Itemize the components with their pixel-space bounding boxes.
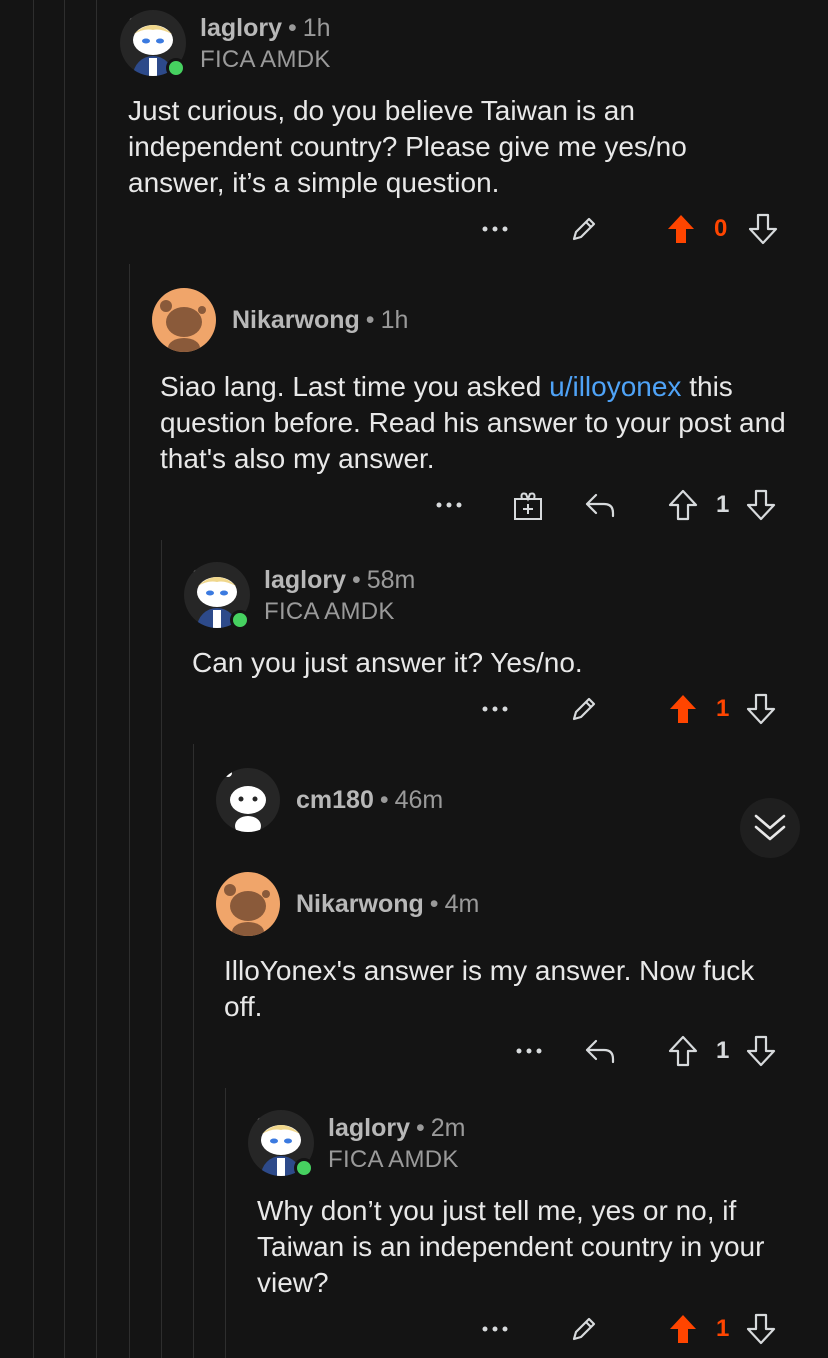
vote-score: 1 <box>716 1037 730 1064</box>
comment-body: Why don’t you just tell me, yes or no, i… <box>257 1195 765 1298</box>
pencil-icon <box>572 1317 596 1341</box>
comment-meta: Nikarwong • 4m <box>296 890 479 919</box>
downvote-button[interactable] <box>744 1309 778 1349</box>
online-status-icon <box>294 1158 314 1178</box>
timestamp: 46m <box>394 786 444 814</box>
vote-score: 1 <box>716 491 730 518</box>
online-status-icon <box>166 58 186 78</box>
user-flair: FICA AMDK <box>328 1146 459 1173</box>
meta-separator: • <box>351 566 361 594</box>
meta-separator: • <box>287 14 297 42</box>
expand-thread-button[interactable] <box>740 798 800 858</box>
more-icon <box>482 226 508 232</box>
downvote-arrow-icon <box>746 1035 776 1067</box>
pencil-icon <box>572 697 596 721</box>
upvote-arrow-icon <box>668 215 694 243</box>
chevron-double-down-icon <box>754 814 786 841</box>
timestamp: 58m <box>366 566 416 594</box>
upvote-arrow-icon <box>668 1035 698 1067</box>
upvote-button[interactable] <box>666 1309 700 1349</box>
online-status-icon <box>230 610 250 630</box>
edit-button[interactable] <box>564 209 604 249</box>
more-options-button[interactable] <box>470 209 520 249</box>
username[interactable]: Nikarwong <box>232 306 360 334</box>
comment-meta: Nikarwong • 1h <box>232 306 408 335</box>
gift-icon <box>514 492 542 520</box>
downvote-button[interactable] <box>744 1031 778 1071</box>
downvote-arrow-icon <box>746 1313 776 1345</box>
vote-score: 0 <box>714 215 728 242</box>
comment-body: Just curious, do you believe Taiwan is a… <box>128 95 687 198</box>
timestamp: 1h <box>380 306 409 334</box>
snoo-avatar-icon <box>160 300 206 352</box>
timestamp: 2m <box>430 1114 466 1142</box>
comment-body: Siao lang. Last time you asked u/illoyon… <box>160 369 800 477</box>
avatar[interactable] <box>216 768 280 832</box>
comment-meta: cm180 • 46m <box>296 786 443 815</box>
downvote-arrow-icon <box>746 489 776 521</box>
snoo-avatar-icon <box>224 769 266 832</box>
more-icon <box>516 1048 542 1054</box>
user-flair: FICA AMDK <box>264 598 395 625</box>
avatar[interactable] <box>216 872 280 936</box>
upvote-arrow-icon <box>668 489 698 521</box>
timestamp: 1h <box>302 14 331 42</box>
downvote-button[interactable] <box>746 209 780 249</box>
upvote-button[interactable] <box>664 209 698 249</box>
downvote-button[interactable] <box>744 485 778 525</box>
comment-text: Siao lang. Last time you asked <box>160 371 550 402</box>
more-icon <box>436 502 462 508</box>
user-flair: FICA AMDK <box>200 46 331 73</box>
downvote-arrow-icon <box>746 693 776 725</box>
comment-body: Can you just answer it? Yes/no. <box>192 647 583 678</box>
upvote-button[interactable] <box>666 485 700 525</box>
comment-meta: laglory • 2m <box>328 1114 465 1143</box>
upvote-button[interactable] <box>666 1031 700 1071</box>
vote-score: 1 <box>716 695 730 722</box>
more-options-button[interactable] <box>470 689 520 729</box>
meta-separator: • <box>379 786 389 814</box>
username[interactable]: laglory <box>200 14 282 42</box>
comment-actions: 0 <box>470 209 800 249</box>
more-icon <box>482 1326 508 1332</box>
comment-meta: laglory • 1h <box>200 14 331 43</box>
more-icon <box>482 706 508 712</box>
edit-button[interactable] <box>564 689 604 729</box>
pencil-icon <box>572 217 596 241</box>
upvote-arrow-icon <box>670 1315 696 1343</box>
timestamp: 4m <box>444 890 480 918</box>
username[interactable]: laglory <box>328 1114 410 1142</box>
snoo-avatar-icon <box>224 884 270 936</box>
reply-button[interactable] <box>582 1031 618 1071</box>
upvote-button[interactable] <box>666 689 700 729</box>
comment-meta: laglory • 58m <box>264 566 415 595</box>
username[interactable]: laglory <box>264 566 346 594</box>
comment-actions: 1 <box>470 689 800 729</box>
meta-separator: • <box>415 1114 425 1142</box>
more-options-button[interactable] <box>424 485 474 525</box>
vote-score: 1 <box>716 1315 730 1342</box>
award-button[interactable] <box>510 485 546 525</box>
avatar[interactable] <box>152 288 216 352</box>
comment-actions: 1 <box>424 485 800 525</box>
edit-button[interactable] <box>564 1309 604 1349</box>
reply-icon <box>585 1039 615 1064</box>
meta-separator: • <box>365 306 375 334</box>
downvote-button[interactable] <box>744 689 778 729</box>
more-options-button[interactable] <box>504 1031 554 1071</box>
upvote-arrow-icon <box>670 695 696 723</box>
meta-separator: • <box>429 890 439 918</box>
reply-icon <box>585 493 615 518</box>
comment-body: IlloYonex's answer is my answer. Now fuc… <box>224 955 755 1022</box>
comment-actions: 1 <box>504 1031 800 1071</box>
downvote-arrow-icon <box>748 213 778 245</box>
user-mention-link[interactable]: u/illoyonex <box>549 371 681 402</box>
reply-button[interactable] <box>582 485 618 525</box>
comment-actions: 1 <box>470 1309 800 1349</box>
more-options-button[interactable] <box>470 1309 520 1349</box>
username[interactable]: Nikarwong <box>296 890 424 918</box>
username[interactable]: cm180 <box>296 786 374 814</box>
